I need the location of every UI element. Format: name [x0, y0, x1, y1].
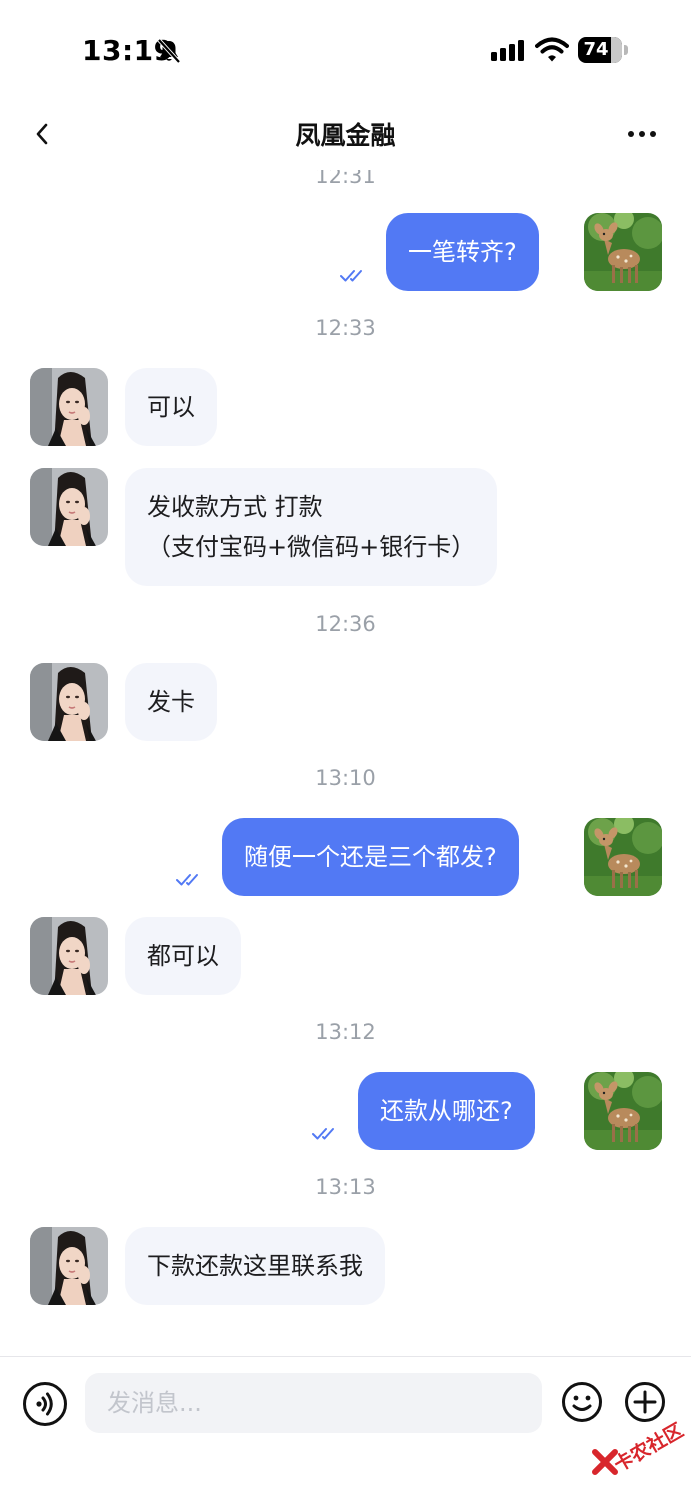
contact-avatar[interactable]	[30, 917, 108, 995]
contact-avatar[interactable]	[30, 368, 108, 446]
chat-title: 凤凰金融	[295, 121, 396, 150]
fawn-avatar-image	[584, 818, 662, 896]
timestamp: 13:10	[315, 766, 376, 790]
woman-avatar-image	[30, 663, 108, 741]
contact-avatar[interactable]	[30, 663, 108, 741]
fawn-avatar-image	[584, 213, 662, 291]
woman-avatar-image	[30, 1227, 108, 1305]
read-receipt-icon	[312, 1128, 334, 1140]
timestamp: 13:12	[315, 1020, 376, 1044]
bell-muted-icon	[157, 38, 181, 64]
fawn-avatar-image	[584, 1072, 662, 1150]
woman-avatar-image	[30, 368, 108, 446]
woman-avatar-image	[30, 468, 108, 546]
message-line: （支付宝码+微信码+银行卡）	[147, 533, 476, 561]
battery-body: 74	[578, 37, 622, 63]
incoming-message-bubble[interactable]: 发收款方式 打款 （支付宝码+微信码+银行卡）	[125, 468, 498, 586]
contact-avatar[interactable]	[30, 468, 108, 546]
battery-cap	[624, 45, 628, 55]
more-options-button[interactable]	[620, 114, 664, 154]
my-avatar[interactable]	[584, 1072, 662, 1150]
battery-indicator: 74	[578, 37, 628, 63]
contact-avatar[interactable]	[30, 1227, 108, 1305]
message-line: 发收款方式 打款	[147, 493, 323, 521]
incoming-message-bubble[interactable]: 下款还款这里联系我	[125, 1227, 385, 1305]
timestamp: 12:36	[315, 612, 376, 636]
voice-icon[interactable]	[22, 1381, 68, 1427]
read-receipt-icon	[340, 270, 362, 282]
nav-bar: 凤凰金融	[0, 100, 691, 170]
message-input[interactable]	[85, 1373, 542, 1433]
wifi-icon	[535, 37, 569, 62]
status-bar: 13:19 74	[0, 0, 691, 100]
watermark: 卡农社区	[588, 1405, 688, 1485]
outgoing-message-bubble[interactable]: 一笔转齐?	[386, 213, 539, 291]
timestamp: 12:31	[315, 170, 376, 188]
incoming-message-bubble[interactable]: 都可以	[125, 917, 241, 995]
cellular-signal-icon	[491, 40, 524, 61]
read-receipt-icon	[176, 874, 198, 886]
ellipsis-icon	[628, 131, 656, 137]
timestamp: 13:13	[315, 1175, 376, 1199]
my-avatar[interactable]	[584, 213, 662, 291]
woman-avatar-image	[30, 917, 108, 995]
incoming-message-bubble[interactable]: 发卡	[125, 663, 217, 741]
outgoing-message-bubble[interactable]: 随便一个还是三个都发?	[222, 818, 519, 896]
incoming-message-bubble[interactable]: 可以	[125, 368, 217, 446]
chat-message-list[interactable]: 12:31 一笔转齐? 12:33 可以 发收款方式 打款 （支付宝码+微信码+…	[0, 170, 691, 1356]
battery-level: 74	[583, 39, 609, 60]
my-avatar[interactable]	[584, 818, 662, 896]
outgoing-message-bubble[interactable]: 还款从哪还?	[358, 1072, 535, 1150]
watermark-text: 卡农社区	[610, 1419, 688, 1477]
timestamp: 12:33	[315, 316, 376, 340]
